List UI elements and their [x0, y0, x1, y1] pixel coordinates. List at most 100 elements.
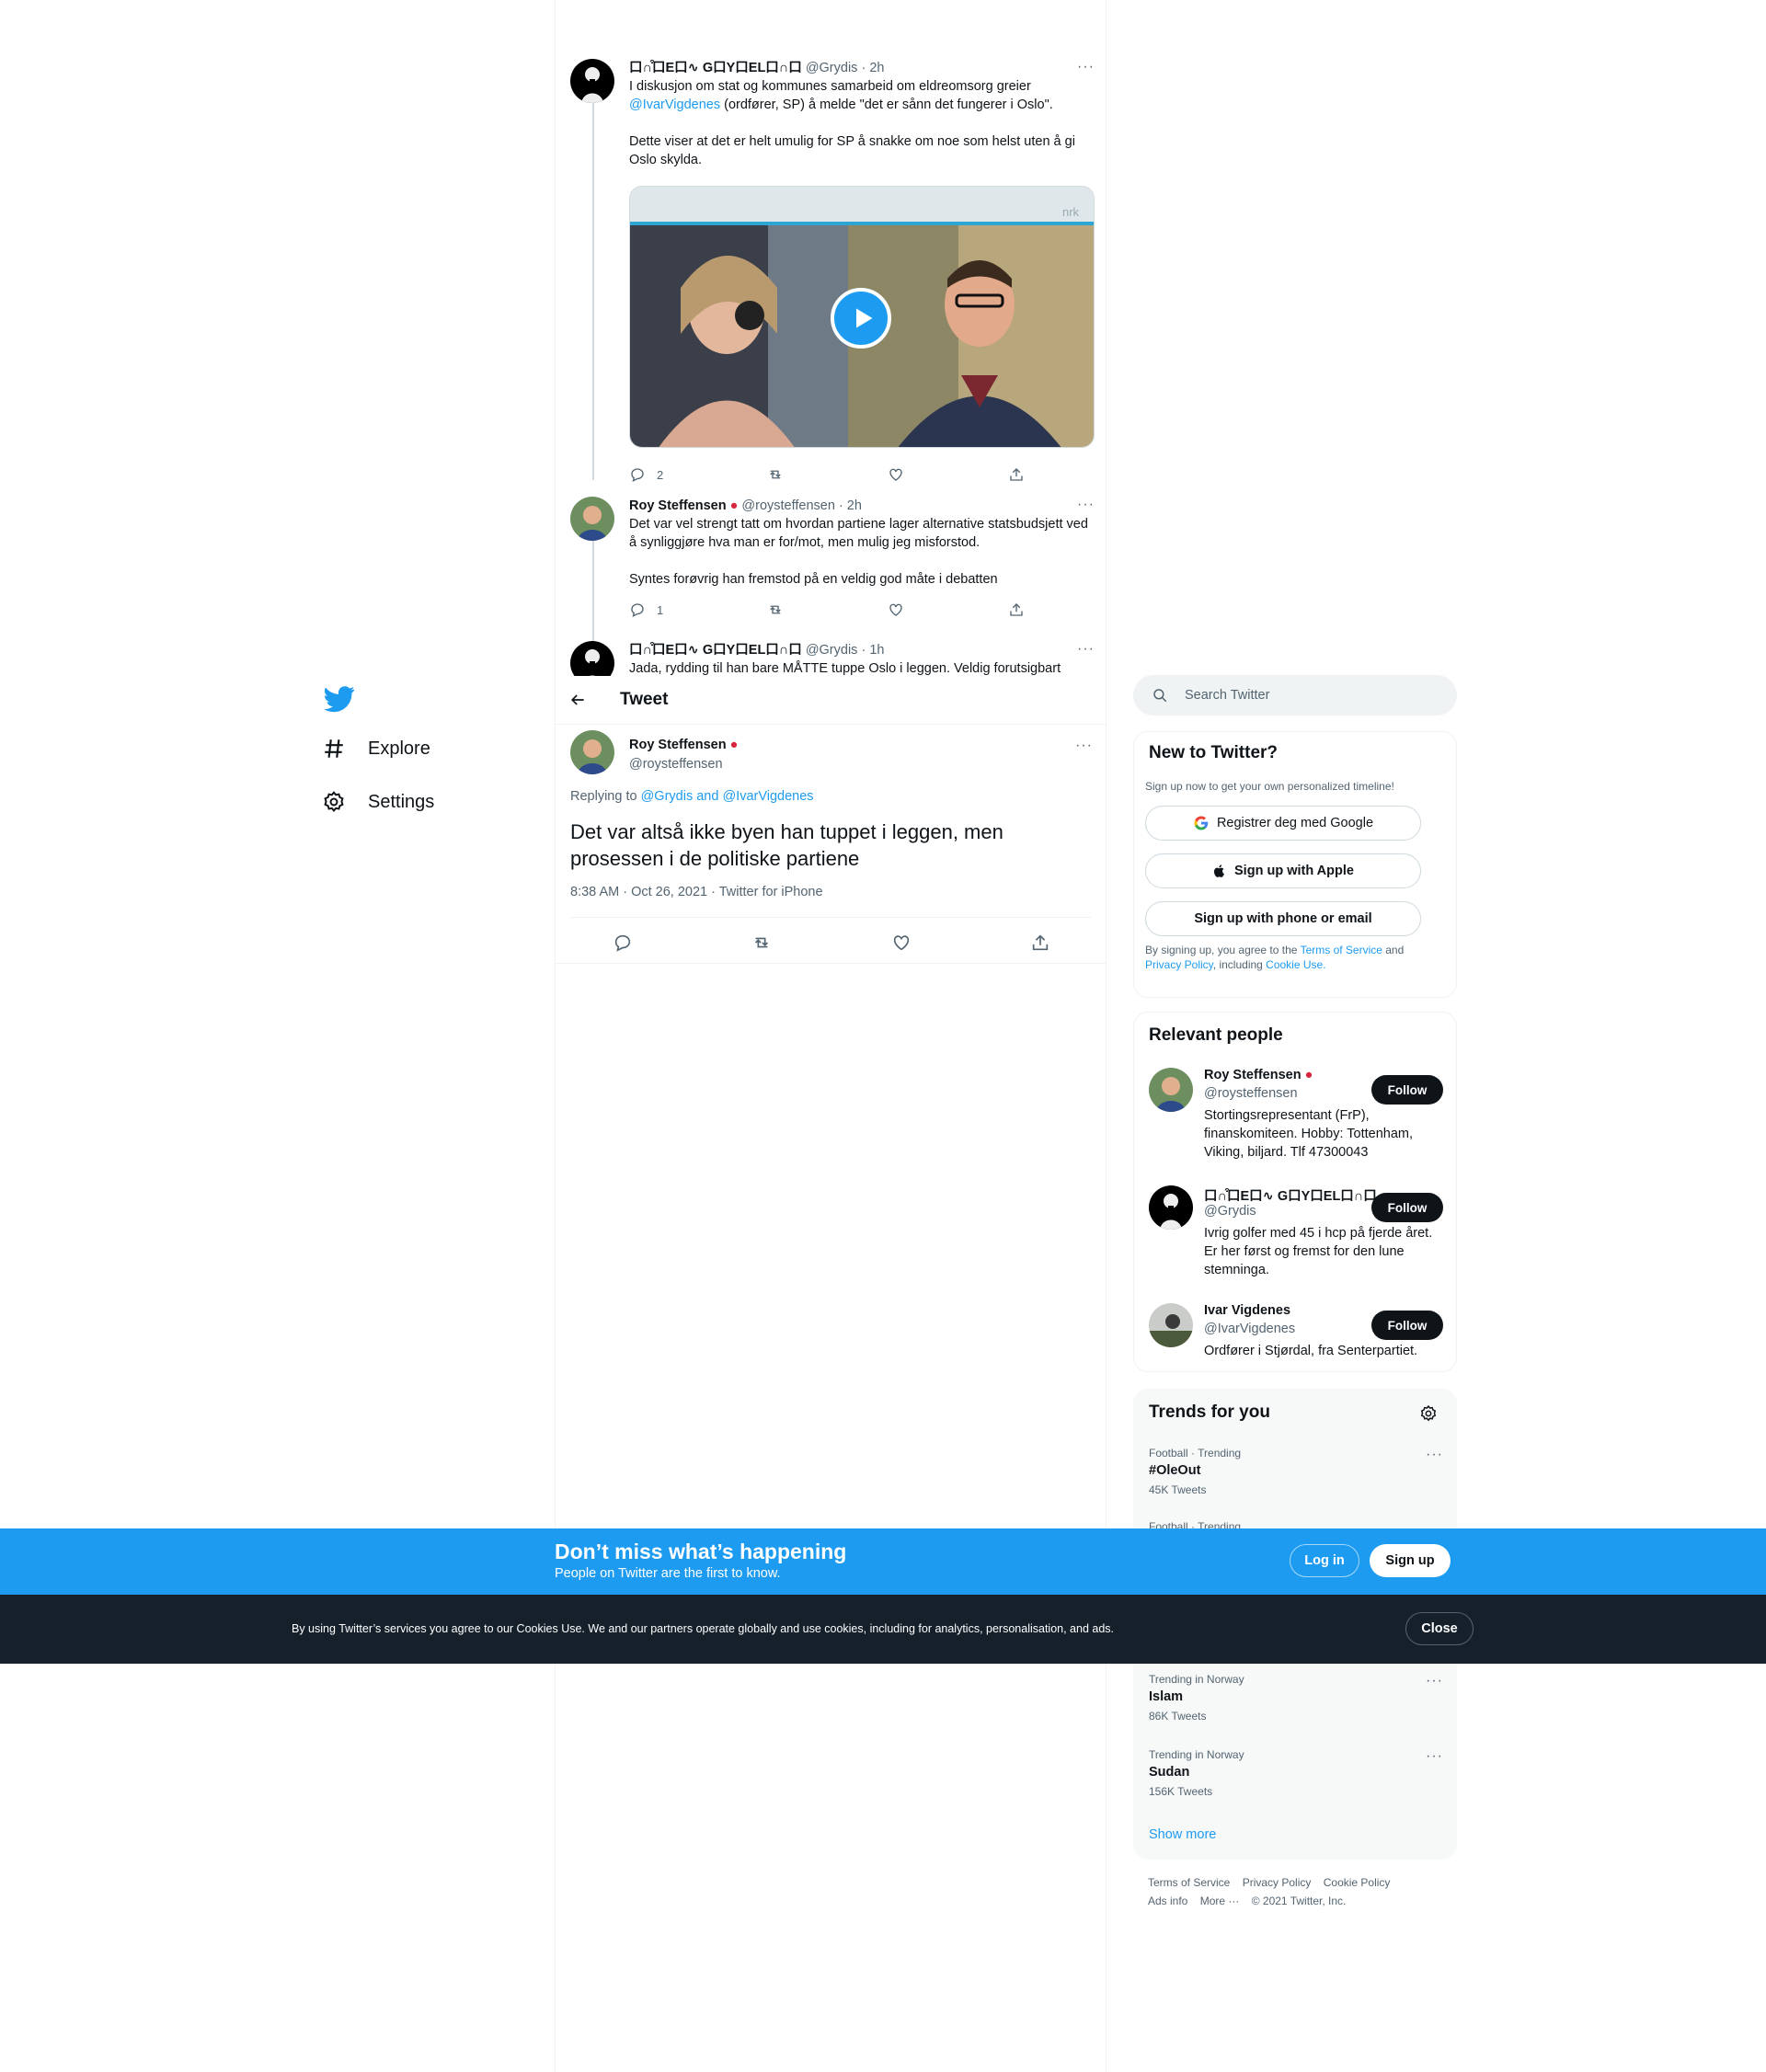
retweet-icon[interactable] — [751, 933, 772, 953]
author-handle[interactable]: @roysteffensen — [629, 757, 723, 772]
avatar[interactable] — [1149, 1068, 1193, 1112]
thread-tweet[interactable]: ⼝∩͒⼝E⼝∿ G⼝Y⼝EL⼝∩⼝ @Grydis · 2h ··· I dis… — [570, 59, 1095, 491]
share-icon — [1010, 468, 1023, 481]
more-icon[interactable]: ··· — [1075, 738, 1093, 754]
focused-tweet: Roy Steffensen ● @roysteffensen ··· Repl… — [556, 725, 1106, 964]
video-thumbnail[interactable]: nrk — [629, 186, 1095, 448]
author-name[interactable]: Roy Steffensen — [629, 498, 727, 513]
twitter-logo-icon[interactable] — [324, 683, 355, 715]
nav-settings-label: Settings — [368, 791, 435, 812]
trend-item[interactable]: Trending in Norway Islam 86K Tweets ··· — [1149, 1673, 1443, 1723]
avatar[interactable] — [570, 59, 614, 103]
heart-icon — [889, 603, 902, 616]
play-icon — [856, 308, 873, 328]
person-handle[interactable]: @Grydis — [1204, 1204, 1256, 1219]
thread-tweet[interactable]: Roy Steffensen ● @roysteffensen · 2h ···… — [570, 497, 1095, 625]
thread-tweet[interactable]: ⼝∩͒⼝E⼝∿ G⼝Y⼝EL⼝∩⼝ @Grydis · 1h ··· Jada,… — [570, 641, 1095, 676]
person-item[interactable]: Ivar Vigdenes @IvarVigdenes Follow Ordfø… — [1149, 1303, 1443, 1368]
mention-link[interactable]: @IvarVigdenes — [629, 97, 720, 112]
reply-icon — [631, 603, 644, 618]
play-button[interactable] — [831, 288, 891, 349]
hashtag-icon — [325, 739, 343, 758]
person-handle[interactable]: @roysteffensen — [1204, 1086, 1298, 1101]
share-button[interactable] — [1008, 601, 1025, 618]
person-item[interactable]: ⼝∩͒⼝E⼝∿ G⼝Y⼝EL⼝∩⼝ @Grydis Follow Ivrig g… — [1149, 1185, 1443, 1287]
author-handle[interactable]: @roysteffensen — [741, 498, 835, 513]
share-button[interactable] — [1008, 466, 1025, 483]
person-name[interactable]: Ivar Vigdenes — [1204, 1303, 1290, 1318]
apple-signup-button[interactable]: Sign up with Apple — [1145, 853, 1421, 888]
author-name[interactable]: ⼝∩͒⼝E⼝∿ G⼝Y⼝EL⼝∩⼝ — [629, 643, 802, 658]
retweet-button[interactable] — [767, 601, 784, 618]
footer-link[interactable]: Terms of Service — [1148, 1876, 1230, 1889]
show-more-link[interactable]: Show more — [1149, 1827, 1216, 1842]
search-input[interactable] — [1185, 688, 1424, 703]
tweet-time[interactable]: · 2h — [861, 61, 884, 75]
signup-button[interactable]: Sign up — [1370, 1544, 1451, 1577]
avatar[interactable] — [1149, 1185, 1193, 1230]
reply-button[interactable]: 1 — [629, 601, 663, 618]
tweet-time[interactable]: · 2h — [839, 498, 862, 513]
google-icon — [1194, 816, 1209, 830]
heart-icon[interactable] — [891, 933, 912, 953]
avatar[interactable] — [1149, 1303, 1193, 1347]
back-arrow-icon[interactable] — [568, 691, 587, 709]
more-icon[interactable]: ··· — [1426, 1673, 1443, 1689]
trend-item[interactable]: Trending in Norway Sudan 156K Tweets ··· — [1149, 1748, 1443, 1798]
avatar[interactable] — [570, 497, 614, 541]
more-icon[interactable]: ··· — [1077, 59, 1095, 75]
login-prompt-bar: Don’t miss what’s happening People on Tw… — [0, 1528, 1766, 1595]
search-bar[interactable] — [1133, 675, 1457, 715]
author-name[interactable]: ⼝∩͒⼝E⼝∿ G⼝Y⼝EL⼝∩⼝ — [629, 61, 802, 75]
person-bio: Ivrig golfer med 45 i hcp på fjerde året… — [1204, 1226, 1433, 1277]
apple-icon — [1213, 864, 1224, 877]
phone-email-signup-button[interactable]: Sign up with phone or email — [1145, 901, 1421, 936]
trend-name: Islam — [1149, 1689, 1184, 1704]
reply-icon[interactable] — [613, 933, 633, 953]
footer-link[interactable]: Privacy Policy — [1243, 1876, 1312, 1889]
footer-links: Terms of Service Privacy Policy Cookie P… — [1148, 1873, 1442, 1910]
like-button[interactable] — [888, 601, 904, 618]
footer-link[interactable]: Ads info — [1148, 1895, 1187, 1907]
tweet-header: ⼝∩͒⼝E⼝∿ G⼝Y⼝EL⼝∩⼝ @Grydis · 1h — [629, 641, 1095, 659]
more-icon[interactable]: ··· — [1426, 1447, 1443, 1463]
tweet-time[interactable]: · 1h — [861, 643, 884, 658]
avatar[interactable] — [570, 730, 614, 774]
tweet-timestamp[interactable]: 8:38 AM · Oct 26, 2021 · Twitter for iPh… — [570, 885, 823, 899]
person-item[interactable]: Roy Steffensen ● @roysteffensen Follow S… — [1149, 1068, 1443, 1169]
trend-item[interactable]: Football · Trending #OleOut 45K Tweets ·… — [1149, 1447, 1443, 1496]
avatar[interactable] — [570, 641, 614, 676]
reply-count: 2 — [657, 467, 664, 482]
gear-icon[interactable] — [1419, 1404, 1438, 1423]
person-name[interactable]: ⼝∩͒⼝E⼝∿ G⼝Y⼝EL⼝∩⼝ — [1204, 1185, 1377, 1205]
relevant-people-title: Relevant people — [1149, 1025, 1283, 1045]
person-handle[interactable]: @IvarVigdenes — [1204, 1322, 1295, 1336]
close-button[interactable]: Close — [1405, 1612, 1474, 1645]
nav-explore[interactable]: Explore — [322, 737, 430, 761]
more-icon[interactable]: ··· — [1077, 641, 1095, 658]
tweet-text-part: I diskusjon om stat og kommunes samarbei… — [629, 79, 1031, 94]
like-button[interactable] — [888, 466, 904, 483]
tweet-text: Det var vel strengt tatt om hvordan part… — [629, 517, 1088, 587]
terms-link[interactable]: Terms of Service — [1301, 944, 1382, 956]
follow-button[interactable]: Follow — [1371, 1311, 1443, 1340]
share-icon[interactable] — [1030, 933, 1050, 953]
author-handle[interactable]: @Grydis — [806, 643, 858, 658]
login-button[interactable]: Log in — [1290, 1544, 1359, 1577]
privacy-link[interactable]: Privacy Policy — [1145, 958, 1213, 971]
follow-button[interactable]: Follow — [1371, 1193, 1443, 1222]
author-handle[interactable]: @Grydis — [806, 61, 858, 75]
person-name[interactable]: Roy Steffensen ● — [1204, 1068, 1313, 1082]
more-icon[interactable]: ··· — [1426, 1748, 1443, 1765]
nav-settings[interactable]: Settings — [322, 790, 434, 814]
footer-link[interactable]: More ··· — [1200, 1895, 1240, 1907]
footer-link[interactable]: Cookie Policy — [1324, 1876, 1391, 1889]
google-signup-button[interactable]: Registrer deg med Google — [1145, 806, 1421, 841]
reply-button[interactable]: 2 — [629, 466, 663, 483]
more-icon[interactable]: ··· — [1077, 497, 1095, 513]
retweet-button[interactable] — [767, 466, 784, 483]
replying-to-links[interactable]: @Grydis and @IvarVigdenes — [641, 789, 814, 804]
author-name[interactable]: Roy Steffensen ● — [629, 738, 738, 752]
follow-button[interactable]: Follow — [1371, 1075, 1443, 1105]
cookie-use-link[interactable]: Cookie Use. — [1266, 958, 1325, 971]
